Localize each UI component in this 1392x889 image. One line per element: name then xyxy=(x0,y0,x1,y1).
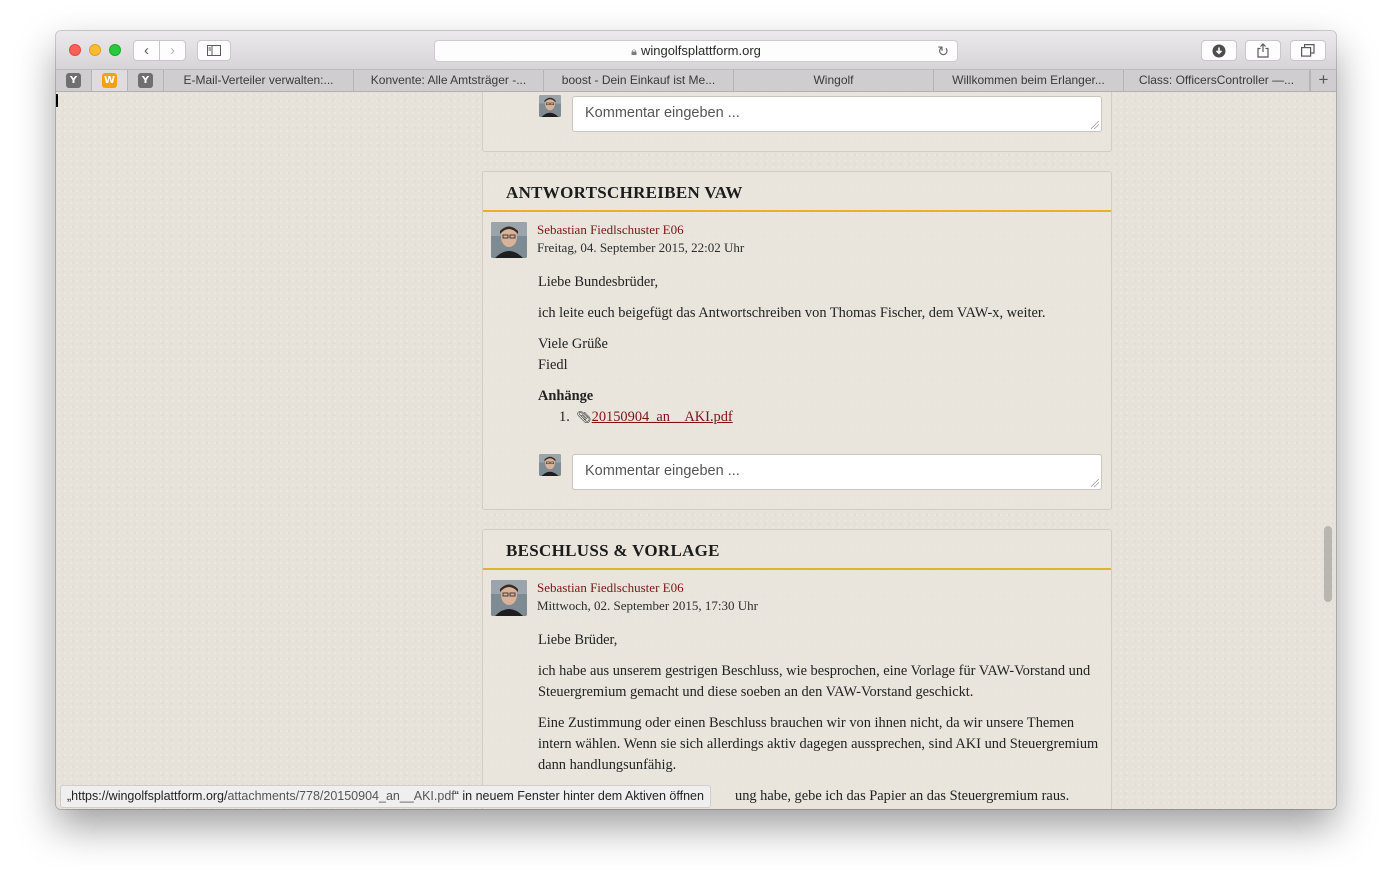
comment-placeholder: Kommentar eingeben ... xyxy=(585,105,740,121)
post-paragraph: ich leite euch beigefügt das Antwortschr… xyxy=(538,305,1046,321)
tab-label: E-Mail-Verteiler verwalten:... xyxy=(183,73,334,87)
attachment-number: 1. xyxy=(559,409,570,425)
status-url-prefix: „https://wingolfsplattform.org/ xyxy=(67,789,228,803)
show-all-tabs-button[interactable] xyxy=(1290,40,1326,61)
previous-post-card: Kommentar eingeben ... xyxy=(482,92,1112,152)
attachment-item: 1. 📎︎20150904_an__AKI.pdf xyxy=(559,407,1125,428)
attachments-heading: Anhänge xyxy=(538,388,594,404)
browser-tab[interactable]: Willkommen beim Erlanger... xyxy=(934,70,1124,91)
lock-icon: 🔒︎ xyxy=(631,46,637,58)
share-icon xyxy=(1257,43,1269,58)
new-tab-button[interactable]: + xyxy=(1310,70,1336,91)
tab-label: Willkommen beim Erlanger... xyxy=(952,73,1105,87)
status-url-suffix: “ in neuem Fenster hinter dem Aktiven öf… xyxy=(454,789,704,803)
address-url: wingolfsplattform.org xyxy=(640,43,761,58)
post-paragraph: Viele Grüße xyxy=(538,336,608,352)
author-avatar[interactable] xyxy=(491,580,527,616)
post-paragraph: Liebe Bundesbrüder, xyxy=(538,274,659,290)
resize-grip-icon[interactable] xyxy=(1091,121,1099,129)
avatar xyxy=(539,454,561,476)
forward-icon[interactable]: › xyxy=(159,41,185,60)
page-content: Kommentar eingeben ... Antwortschreiben … xyxy=(56,92,1336,809)
close-window-button[interactable] xyxy=(69,44,81,56)
status-url-path: attachments/778/20150904_an__AKI.pdf xyxy=(227,789,455,803)
status-bar: „https://wingolfsplattform.org/attachmen… xyxy=(60,785,711,808)
browser-tab[interactable]: E-Mail-Verteiler verwalten:... xyxy=(164,70,354,91)
post-card: Beschluss & Vorlage Sebastian Fiedlschus… xyxy=(482,529,1112,809)
post-date: Freitag, 04. September 2015, 22:02 Uhr xyxy=(537,240,745,255)
browser-tab[interactable]: Wingolf xyxy=(734,70,934,91)
paperclip-icon: 📎︎ xyxy=(576,410,592,424)
pinned-tab-icon: Y xyxy=(138,73,153,88)
avatar xyxy=(539,95,561,117)
tab-bar: Y W Y E-Mail-Verteiler verwalten:... Kon… xyxy=(56,69,1336,92)
post-paragraph: Fiedl xyxy=(538,357,568,373)
attachment-link[interactable]: 20150904_an__AKI.pdf xyxy=(592,409,733,425)
post-author-link[interactable]: Sebastian Fiedlschuster E06 xyxy=(537,580,684,596)
post-paragraph: ung habe, gebe ich das Papier an das Ste… xyxy=(735,788,1070,804)
browser-tab[interactable]: Class: OfficersController —... xyxy=(1124,70,1310,91)
comment-input[interactable]: Kommentar eingeben ... xyxy=(572,96,1102,132)
post-title: Antwortschreiben VAW xyxy=(483,172,1111,212)
sidebar-icon xyxy=(207,45,221,56)
post-author-link[interactable]: Sebastian Fiedlschuster E06 xyxy=(537,222,684,238)
reload-icon[interactable]: ↻ xyxy=(937,41,949,61)
text-cursor xyxy=(56,94,58,107)
browser-tab[interactable]: boost - Dein Einkauf ist Me... xyxy=(544,70,734,91)
post-paragraph: ich habe aus unserem gestrigen Beschluss… xyxy=(538,663,1091,700)
browser-toolbar: ‹ › 🔒︎ wingolfsplattform.org ↻ xyxy=(56,31,1336,69)
post-paragraph: Liebe Brüder, xyxy=(538,632,618,648)
browser-window: ‹ › 🔒︎ wingolfsplattform.org ↻ Y W Y E-M… xyxy=(56,31,1336,809)
minimize-window-button[interactable] xyxy=(89,44,101,56)
downloads-button[interactable] xyxy=(1201,40,1237,61)
tab-label: Class: OfficersController —... xyxy=(1138,73,1295,87)
navigation-buttons: ‹ › xyxy=(133,40,186,61)
browser-tab[interactable]: Konvente: Alle Amtsträger -... xyxy=(354,70,544,91)
tabs-overview-icon xyxy=(1301,44,1315,57)
address-bar[interactable]: 🔒︎ wingolfsplattform.org ↻ xyxy=(434,40,958,62)
vertical-scrollbar[interactable] xyxy=(1324,526,1332,602)
download-icon xyxy=(1212,44,1226,57)
tab-label: Wingolf xyxy=(813,73,854,87)
tab-label: boost - Dein Einkauf ist Me... xyxy=(561,73,716,87)
comment-input[interactable]: Kommentar eingeben ... xyxy=(572,454,1102,490)
share-button[interactable] xyxy=(1245,40,1281,61)
sidebar-toggle-button[interactable] xyxy=(197,40,231,61)
post-title: Beschluss & Vorlage xyxy=(483,530,1111,570)
post-paragraph: Eine Zustimmung oder einen Beschluss bra… xyxy=(538,715,1099,773)
pinned-tab[interactable]: Y xyxy=(128,70,164,91)
tab-label: Konvente: Alle Amtsträger -... xyxy=(370,73,527,87)
pinned-tab[interactable]: Y xyxy=(56,70,92,91)
author-avatar[interactable] xyxy=(491,222,527,258)
comment-placeholder: Kommentar eingeben ... xyxy=(585,463,740,479)
pinned-tab-icon: Y xyxy=(66,73,81,88)
back-icon[interactable]: ‹ xyxy=(134,41,159,60)
zoom-window-button[interactable] xyxy=(109,44,121,56)
pinned-tab[interactable]: W xyxy=(92,70,128,91)
post-date: Mittwoch, 02. September 2015, 17:30 Uhr xyxy=(537,598,758,613)
post-card: Antwortschreiben VAW Sebastian Fiedlschu… xyxy=(482,171,1112,510)
pinned-tab-icon: W xyxy=(102,73,117,88)
resize-grip-icon[interactable] xyxy=(1091,479,1099,487)
